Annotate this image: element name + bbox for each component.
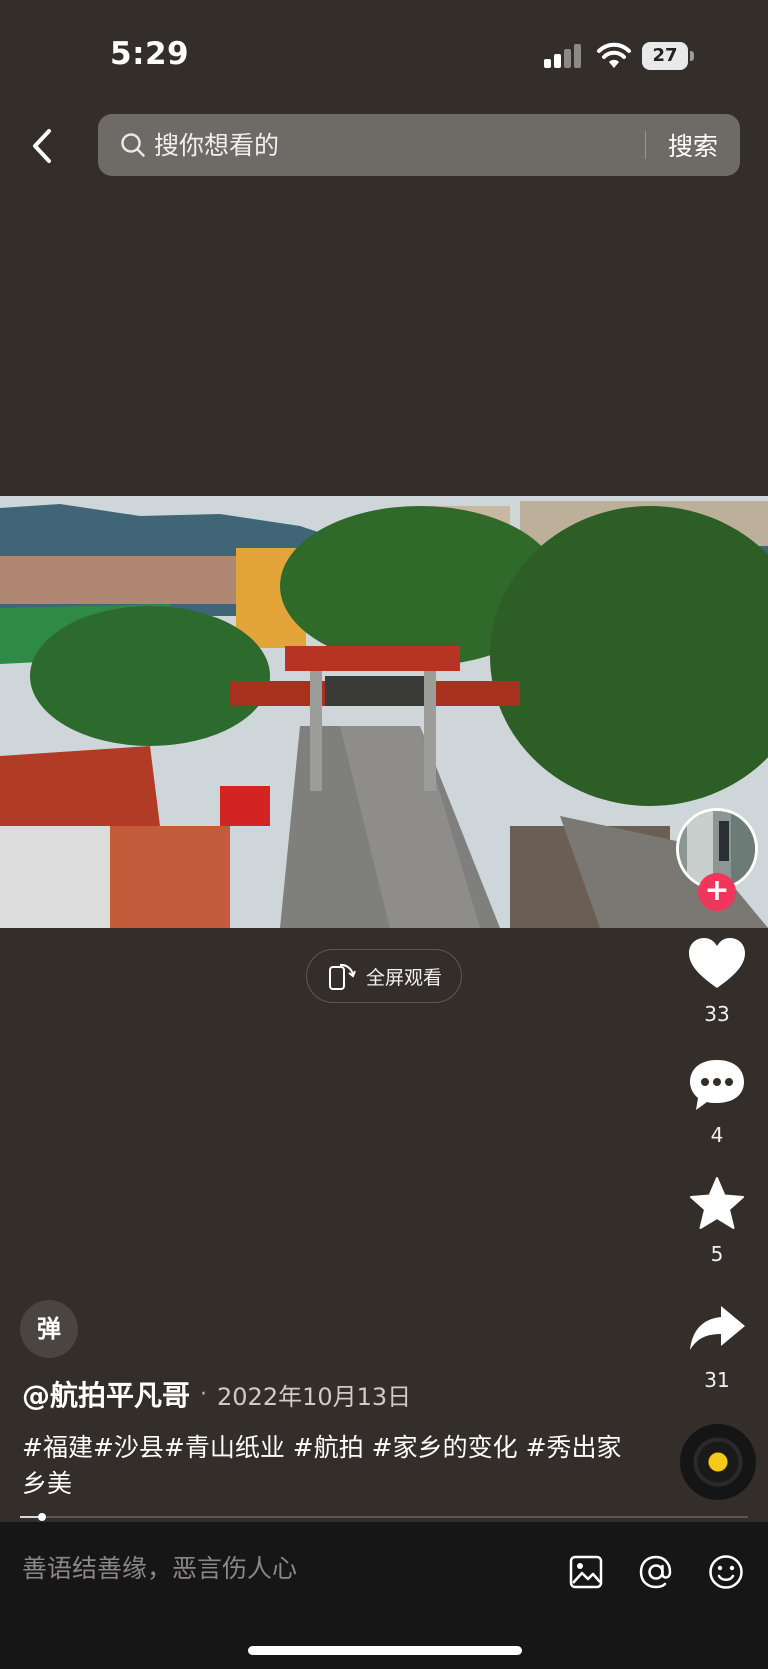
status-time: 5:29 — [110, 36, 190, 72]
post-date: 2022年10月13日 — [217, 1382, 412, 1411]
author-avatar-button[interactable]: + — [676, 808, 758, 911]
favorite-button[interactable]: 5 — [680, 1176, 754, 1266]
at-icon[interactable] — [636, 1552, 676, 1592]
share-button[interactable]: 31 — [680, 1302, 754, 1392]
comment-input[interactable] — [22, 1554, 542, 1583]
author-line: @航拍平凡哥 · 2022年10月13日 — [22, 1374, 411, 1414]
battery-level: 27 — [642, 42, 688, 70]
follow-button[interactable]: + — [698, 873, 736, 911]
image-icon[interactable] — [566, 1552, 606, 1592]
wifi-icon — [597, 42, 631, 68]
emoji-icon[interactable] — [706, 1552, 746, 1592]
favorite-count: 5 — [710, 1242, 724, 1266]
chevron-left-icon — [33, 129, 51, 163]
music-disc-button[interactable] — [680, 1424, 756, 1500]
back-button[interactable] — [26, 124, 58, 168]
like-button[interactable]: 33 — [680, 936, 754, 1026]
battery-indicator: 27 — [642, 42, 694, 70]
post-description[interactable]: #福建#沙县#青山纸业 #航拍 #家乡的变化 #秀出家乡美 — [22, 1430, 622, 1502]
search-input[interactable] — [154, 130, 645, 160]
comment-button[interactable]: 4 — [680, 1057, 754, 1147]
search-button[interactable]: 搜索 — [646, 127, 740, 163]
battery-nub — [690, 51, 694, 61]
progress-knob[interactable] — [38, 1513, 46, 1521]
home-indicator — [248, 1646, 522, 1655]
comment-count: 4 — [710, 1123, 724, 1147]
like-count: 33 — [704, 1002, 730, 1026]
fullscreen-button[interactable]: 全屏观看 — [306, 949, 462, 1003]
search-icon — [121, 133, 145, 157]
heart-icon — [689, 938, 745, 988]
author-name[interactable]: @航拍平凡哥 — [22, 1374, 190, 1414]
fullscreen-label: 全屏观看 — [365, 966, 442, 989]
comment-icon — [690, 1060, 744, 1110]
phone-rotate-icon — [328, 963, 356, 990]
share-icon — [690, 1306, 745, 1350]
separator-dot: · — [200, 1381, 208, 1407]
star-icon — [690, 1177, 744, 1229]
danmaku-toggle-button[interactable]: 弹 — [20, 1300, 78, 1358]
video-player[interactable] — [0, 496, 768, 928]
share-count: 31 — [704, 1368, 730, 1392]
progress-track[interactable] — [20, 1516, 748, 1518]
video-frame — [0, 496, 768, 928]
search-bar[interactable]: 搜索 — [98, 114, 740, 176]
cellular-signal-icon — [544, 44, 581, 68]
